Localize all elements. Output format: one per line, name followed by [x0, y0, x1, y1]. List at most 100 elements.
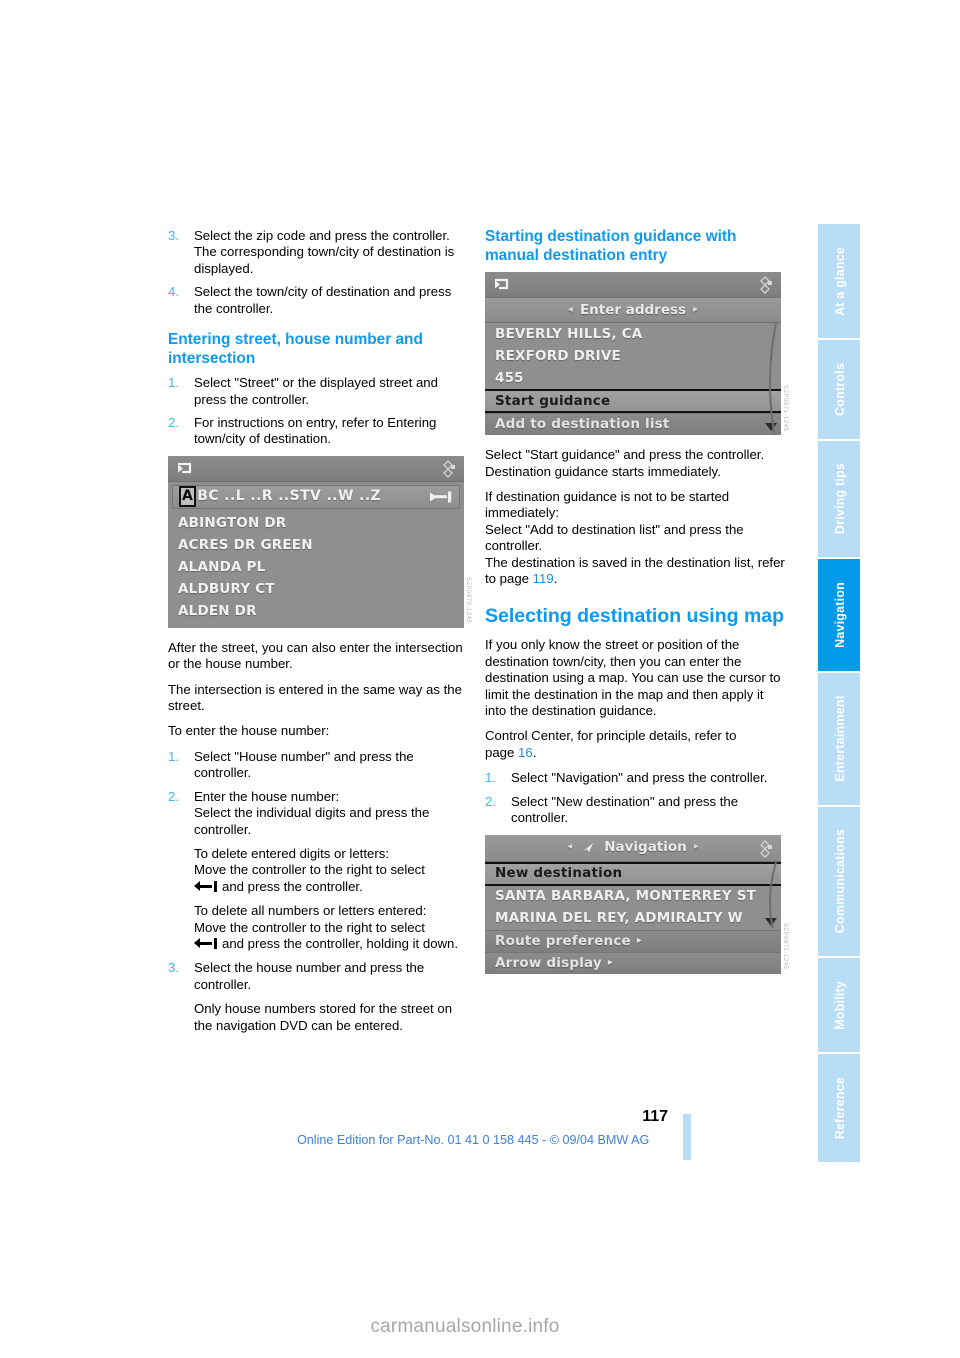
scroll-down-arrow-icon[interactable] — [765, 423, 777, 432]
route-preference-label: Route preference — [495, 932, 631, 949]
delete-all-line3: and press the controller, holding it dow… — [222, 935, 459, 951]
chevron-left-icon[interactable]: ◂ — [568, 302, 573, 318]
backspace-icon — [194, 937, 220, 949]
list-item[interactable]: ALDBURY CT — [168, 578, 464, 600]
steps-house-number: 1. Select "House number" and press the c… — [168, 749, 468, 838]
list-item[interactable]: MARINA DEL REY, ADMIRALTY W — [485, 908, 781, 930]
right-text-column: Starting destination guidance with manua… — [485, 228, 788, 986]
letter-selector-input[interactable]: A BC ..L ..R ..STV ..W ..Z — [172, 484, 460, 509]
paragraph-enter-house-number: To enter the house number: — [168, 723, 330, 739]
list-item[interactable]: ALDEN DR — [168, 600, 464, 622]
chevron-right-icon[interactable]: ▸ — [693, 302, 698, 318]
delete-digits-line1: To delete entered digits or letters: — [194, 845, 389, 861]
list-item[interactable]: SANTA BARBARA, MONTERREY ST — [485, 886, 781, 908]
page-reference-link[interactable]: 16 — [518, 745, 533, 760]
address-summary-list: BEVERLY HILLS, CA REXFORD DRIVE 455 Star… — [485, 323, 781, 436]
controller-icon — [439, 459, 457, 478]
closing-note: Only house numbers stored for the street… — [194, 1001, 453, 1033]
list-item: 2. Enter the house number: Select the in… — [168, 789, 468, 838]
step-number: 2. — [485, 793, 496, 809]
step-subtext: Select the individual digits and press t… — [194, 805, 430, 837]
step-text: Select "Navigation" and press the contro… — [511, 770, 768, 786]
step-text: For instructions on entry, refer to Ente… — [194, 415, 437, 447]
step-number: 1. — [168, 748, 179, 764]
step-number: 1. — [485, 770, 496, 786]
backspace-icon[interactable] — [429, 491, 453, 503]
scroll-down-arrow-icon[interactable] — [765, 917, 777, 926]
paragraph-delay-action: Select "Add to destination list" and pre… — [485, 521, 744, 554]
delete-digits-line3: and press the controller. — [222, 878, 363, 894]
chevron-right-icon: ▸ — [636, 934, 643, 946]
delete-digits-block: To delete entered digits or letters: Mov… — [194, 846, 468, 895]
page-reference-link[interactable]: 119 — [533, 571, 554, 586]
list-item[interactable]: BEVERLY HILLS, CA — [485, 323, 781, 345]
menu-item-route-preference[interactable]: Route preference ▸ — [485, 929, 781, 952]
screenshot-toolbar — [168, 455, 464, 482]
tab-mobility[interactable]: Mobility — [818, 958, 860, 1055]
paragraph-after-street: After the street, you can also enter the… — [168, 639, 463, 672]
step-text: Enter the house number: — [194, 788, 340, 804]
house-number-details: To delete entered digits or letters: Mov… — [168, 846, 468, 952]
letter-cursor: A — [179, 486, 197, 508]
paragraph-select-start-guidance: Select "Start guidance" and press the co… — [485, 447, 765, 463]
tab-label: Controls — [833, 362, 847, 416]
screenshot-toolbar — [485, 272, 781, 299]
page-footer: 117 Online Edition for Part-No. 01 41 0 … — [0, 1108, 960, 1168]
step-number: 2. — [168, 415, 179, 431]
chevron-right-icon[interactable]: ▸ — [694, 839, 699, 855]
tab-controls[interactable]: Controls — [818, 340, 860, 441]
tab-navigation[interactable]: Navigation — [818, 559, 860, 673]
menu-item-new-destination[interactable]: New destination — [485, 861, 781, 886]
controller-icon — [756, 276, 774, 295]
tab-at-a-glance[interactable]: At a glance — [818, 224, 860, 341]
page-number: 117 — [642, 1108, 668, 1125]
tab-label: Communications — [833, 829, 847, 934]
step-number: 4. — [168, 284, 179, 300]
list-item[interactable]: ALANDA PL — [168, 556, 464, 578]
chevron-right-icon: ▸ — [607, 956, 614, 968]
list-item[interactable]: ABINGTON DR — [168, 512, 464, 534]
list-item[interactable]: REXFORD DRIVE — [485, 345, 781, 367]
letter-selector-text: A BC ..L ..R ..STV ..W ..Z — [179, 486, 381, 508]
step-text: Select "New destination" and press the c… — [511, 793, 739, 826]
list-item: 2. For instructions on entry, refer to E… — [168, 415, 468, 448]
list-item[interactable]: 455 — [485, 367, 781, 389]
step-text: Select the town/city of destination and … — [194, 284, 452, 316]
navigation-menu-list: New destination SANTA BARBARA, MONTERREY… — [485, 861, 781, 974]
figure-code: SZP0871-1245 — [782, 384, 788, 432]
delete-all-line1: To delete all numbers or letters entered… — [194, 903, 427, 919]
idrive-screenshot-street-list: A BC ..L ..R ..STV ..W ..Z ABINGTON DR AC… — [168, 455, 471, 628]
step-text: Select "Street" or the displayed street … — [194, 375, 438, 407]
tab-label: Entertainment — [833, 695, 847, 782]
list-item[interactable]: ACRES DR GREEN — [168, 534, 464, 556]
screen-title: Enter address — [579, 301, 687, 318]
menu-item-arrow-display[interactable]: Arrow display ▸ — [485, 951, 781, 974]
backspace-icon — [194, 880, 220, 892]
list-item: 3. Select the zip code and press the con… — [168, 228, 468, 277]
tab-label: Navigation — [833, 581, 847, 648]
screenshot-title-bar: ◂ Navigation ▸ — [485, 834, 781, 862]
arrow-display-label: Arrow display — [495, 954, 602, 971]
idrive-screenshot-enter-address: ◂ Enter address ▸ BEVERLY HILLS, CA REXF… — [485, 272, 788, 436]
paragraph-delay-intro: If destination guidance is not to be sta… — [485, 489, 730, 521]
street-result-list: ABINGTON DR ACRES DR GREEN ALANDA PL ALD… — [168, 511, 464, 628]
chevron-left-icon[interactable]: ◂ — [567, 839, 572, 855]
tab-entertainment[interactable]: Entertainment — [818, 672, 860, 807]
menu-item-add-to-destination-list[interactable]: Add to destination list — [485, 413, 781, 436]
menu-item-start-guidance[interactable]: Start guidance — [485, 389, 781, 414]
tab-communications[interactable]: Communications — [818, 806, 860, 959]
screenshot-title-bar: ◂ Enter address ▸ — [485, 298, 781, 324]
steps-zip-code: 3. Select the zip code and press the con… — [168, 228, 468, 317]
section-tab-rail: At a glance Controls Driving tips Naviga… — [818, 224, 860, 1162]
step-number: 2. — [168, 788, 179, 804]
footer-accent-bar — [683, 1114, 691, 1160]
back-arrow-icon — [493, 277, 511, 292]
tab-label: Driving tips — [833, 463, 847, 535]
navigation-arrow-icon — [579, 841, 595, 854]
tab-driving-tips[interactable]: Driving tips — [818, 440, 860, 560]
controller-icon — [756, 839, 774, 858]
manual-page: At a glance Controls Driving tips Naviga… — [0, 0, 960, 1358]
delete-all-block: To delete all numbers or letters entered… — [194, 903, 468, 952]
list-item: 4. Select the town/city of destination a… — [168, 284, 468, 317]
list-item: 3. Select the house number and press the… — [168, 960, 468, 993]
